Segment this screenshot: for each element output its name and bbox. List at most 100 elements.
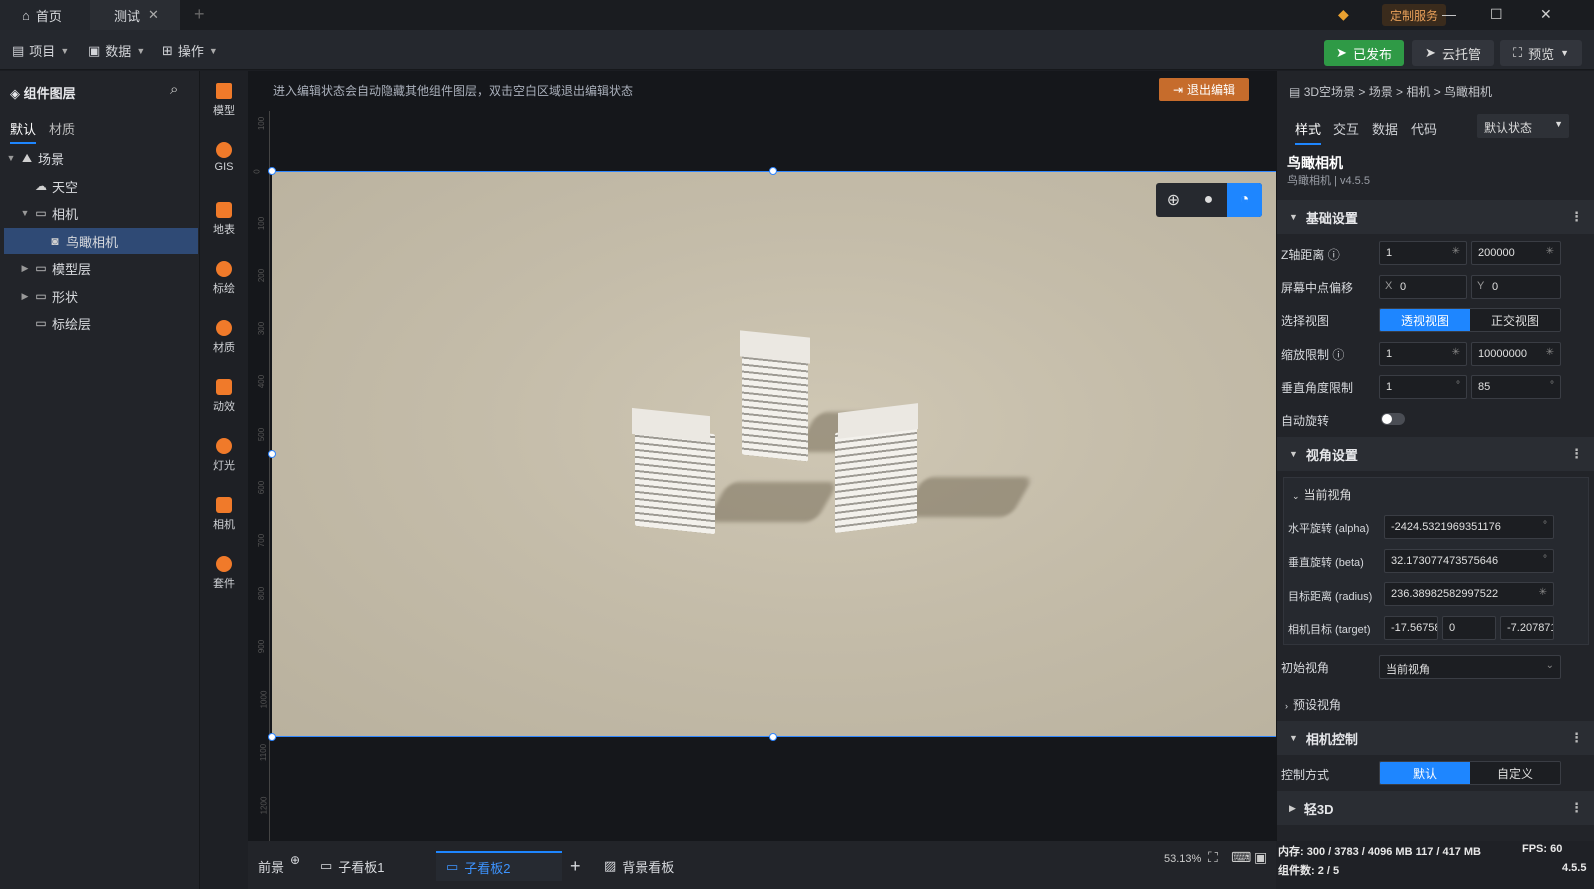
tab-code[interactable]: 代码 — [1411, 119, 1437, 138]
more-icon[interactable]: ⋮ — [1570, 446, 1583, 462]
add-board-icon[interactable]: + — [570, 851, 581, 881]
maximize-icon[interactable]: ☐ — [1490, 6, 1503, 23]
editor-canvas[interactable]: 进入编辑状态会自动隐藏其他组件图层，双击空白区域退出编辑状态 ⇥ 退出编辑 10… — [248, 71, 1276, 841]
rail-gis[interactable]: GIS — [200, 142, 248, 173]
zoom-min-input[interactable]: 1 ✳ — [1379, 342, 1467, 366]
caret-right-icon[interactable]: ▶ — [18, 291, 32, 302]
search-icon[interactable]: ⌕ — [170, 81, 178, 98]
preset-view-row[interactable]: › 预设视角 — [1285, 696, 1341, 713]
resize-handle[interactable] — [769, 733, 777, 741]
help-icon[interactable]: ⓘ — [1332, 348, 1344, 362]
tab-board-1[interactable]: ▭ 子看板1 — [320, 851, 385, 881]
custom-service-button[interactable]: 定制服务 — [1382, 4, 1447, 26]
tab-interact[interactable]: 交互 — [1333, 119, 1359, 138]
control-custom-button[interactable]: 自定义 — [1470, 762, 1560, 784]
alpha-input[interactable]: -2424.5321969351176 ° — [1384, 515, 1554, 539]
rail-terrain[interactable]: 地表 — [200, 202, 248, 237]
z-min-input[interactable]: 1 ✳ — [1379, 241, 1467, 265]
section-basic[interactable]: ▼ 基础设置 ⋮ — [1277, 200, 1594, 234]
menu-data[interactable]: ▣ 数据 ▼ — [88, 41, 145, 60]
more-icon[interactable]: ⋮ — [1570, 800, 1583, 816]
state-select[interactable]: 默认状态 ▼ — [1477, 114, 1569, 138]
terminal-icon[interactable]: ▣ — [1254, 849, 1267, 866]
auto-rotate-toggle[interactable] — [1381, 413, 1405, 425]
tab-background[interactable]: ▨ 背景看板 — [604, 851, 674, 881]
control-default-button[interactable]: 默认 — [1380, 762, 1470, 784]
minimize-icon[interactable]: — — [1442, 6, 1456, 22]
exit-edit-button[interactable]: ⇥ 退出编辑 — [1159, 78, 1249, 101]
publish-button[interactable]: ➤ 已发布 — [1324, 40, 1404, 66]
resize-handle[interactable] — [769, 167, 777, 175]
tab-default[interactable]: 默认 — [10, 119, 37, 144]
rail-material[interactable]: 材质 — [200, 320, 248, 355]
section-camera-control[interactable]: ▼ 相机控制 ⋮ — [1277, 721, 1594, 755]
section-light3d[interactable]: ▶ 轻3D ⋮ — [1277, 791, 1594, 825]
rail-model[interactable]: 模型 — [200, 83, 248, 118]
close-icon[interactable]: ✕ — [148, 7, 159, 23]
rail-kit[interactable]: 套件 — [200, 556, 248, 591]
tab-test[interactable]: 测试 ✕ — [90, 0, 180, 30]
tree-item-aerial-camera[interactable]: ◙ 鸟瞰相机 — [4, 228, 198, 254]
perspective-view-button[interactable]: 透视视图 — [1380, 309, 1470, 331]
building-model[interactable] — [635, 425, 715, 535]
resize-handle[interactable] — [268, 733, 276, 741]
resize-handle[interactable] — [268, 167, 276, 175]
vertical-max-input[interactable]: 85 ° — [1471, 375, 1561, 399]
map-pin-icon — [216, 261, 232, 277]
3d-scene-viewport[interactable]: ⊕ ● ◔ — [272, 171, 1276, 737]
building-model[interactable] — [742, 348, 808, 462]
init-view-select[interactable]: 当前视角 ⌄ — [1379, 655, 1561, 679]
menu-project[interactable]: ▤ 项目 ▼ — [12, 41, 69, 60]
offset-x-input[interactable]: X0 — [1379, 275, 1467, 299]
rail-light[interactable]: 灯光 — [200, 438, 248, 473]
more-icon[interactable]: ⋮ — [1570, 730, 1583, 746]
help-icon[interactable]: ⓘ — [1328, 248, 1340, 262]
caret-right-icon[interactable]: ▶ — [18, 263, 32, 274]
tree-item-shape[interactable]: ▶ ▭ 形状 — [4, 283, 198, 309]
current-view-title[interactable]: ⌄ 当前视角 — [1292, 486, 1352, 503]
rail-plot[interactable]: 标绘 — [200, 261, 248, 296]
tab-data[interactable]: 数据 — [1372, 119, 1398, 138]
sphere-view-icon[interactable]: ● — [1191, 183, 1226, 217]
rail-label: 套件 — [213, 578, 235, 590]
tab-style[interactable]: 样式 — [1295, 119, 1322, 145]
vertical-min-input[interactable]: 1 ° — [1379, 375, 1467, 399]
resize-handle[interactable] — [268, 450, 276, 458]
tree-item-plot-layer[interactable]: ▭ 标绘层 — [4, 310, 198, 336]
menu-operate[interactable]: ⊞ 操作 ▼ — [162, 41, 218, 60]
radius-input[interactable]: 236.38982582997522 ✳ — [1384, 582, 1554, 606]
preview-button[interactable]: ⛶ 预览 ▼ — [1500, 40, 1582, 66]
tree-item-scene[interactable]: ▼ ⛰ 场景 — [4, 145, 198, 171]
more-icon[interactable]: ⋮ — [1570, 209, 1583, 225]
building-model[interactable] — [835, 422, 917, 534]
caret-down-icon[interactable]: ▼ — [4, 153, 18, 163]
target-x-input[interactable]: -17.56758 — [1384, 616, 1438, 640]
add-circle-icon[interactable]: ⊕ — [290, 853, 300, 867]
cloud-hosting-button[interactable]: ➤ 云托管 — [1412, 40, 1494, 66]
rail-effect[interactable]: 动效 — [200, 379, 248, 414]
globe-view-icon[interactable]: ⊕ — [1156, 183, 1191, 217]
offset-y-input[interactable]: Y0 — [1471, 275, 1561, 299]
zoom-max-input[interactable]: 10000000 ✳ — [1471, 342, 1561, 366]
new-tab-icon[interactable]: + — [194, 4, 205, 25]
window-close-icon[interactable]: ✕ — [1540, 6, 1552, 23]
tab-board-2[interactable]: ▭ 子看板2 — [436, 851, 562, 881]
ortho-view-button[interactable]: 正交视图 — [1470, 309, 1560, 331]
z-max-input[interactable]: 200000 ✳ — [1471, 241, 1561, 265]
tab-home[interactable]: ⌂ 首页 — [0, 0, 90, 30]
target-y-input[interactable]: 0 — [1442, 616, 1496, 640]
orbit-view-icon[interactable]: ◔ — [1227, 183, 1262, 217]
section-view[interactable]: ▼ 视角设置 ⋮ — [1277, 437, 1594, 471]
keyboard-icon[interactable]: ⌨ — [1231, 849, 1251, 866]
tree-item-camera-folder[interactable]: ▼ ▭ 相机 — [4, 200, 198, 226]
target-z-input[interactable]: -7.207871 — [1500, 616, 1554, 640]
tab-material[interactable]: 材质 — [49, 119, 75, 138]
rail-camera[interactable]: 相机 — [200, 497, 248, 532]
beta-input[interactable]: 32.173077473575646 ° — [1384, 549, 1554, 573]
tab-foreground[interactable]: 前景 ⊕ — [258, 851, 300, 881]
breadcrumb: ▤ 3D空场景 > 场景 > 相机 > 鸟瞰相机 — [1289, 83, 1492, 100]
caret-down-icon[interactable]: ▼ — [18, 208, 32, 218]
tree-item-model-layer[interactable]: ▶ ▭ 模型层 — [4, 255, 198, 281]
tree-item-sky[interactable]: ☁ 天空 — [4, 173, 198, 199]
fit-screen-icon[interactable]: ⛶ — [1208, 849, 1218, 866]
